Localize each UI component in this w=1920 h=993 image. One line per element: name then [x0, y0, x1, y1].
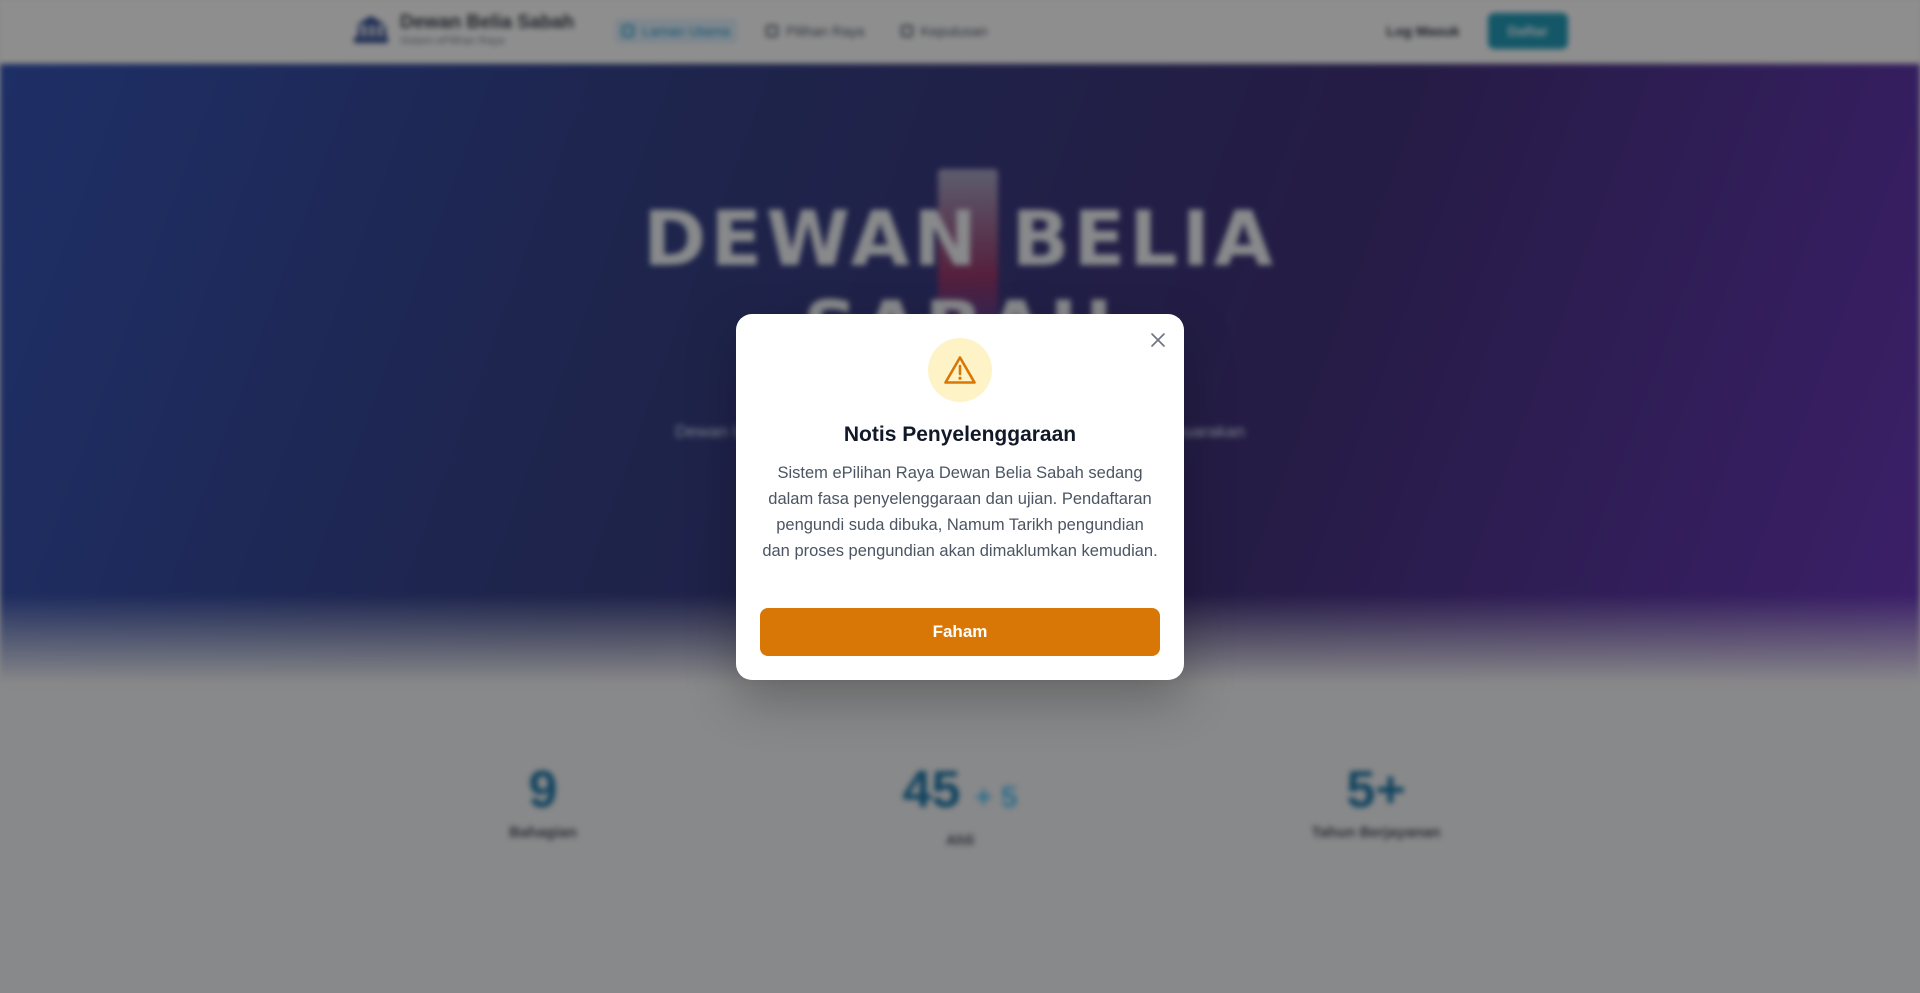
close-button[interactable]	[1146, 328, 1170, 352]
confirm-button[interactable]: Faham	[760, 608, 1160, 656]
warning-triangle-icon	[944, 356, 976, 384]
modal-message: Sistem ePilihan Raya Dewan Belia Sabah s…	[762, 464, 1158, 560]
warning-badge	[928, 338, 992, 402]
maintenance-notice-modal: Notis Penyelenggaraan Sistem ePilihan Ra…	[736, 314, 1184, 680]
modal-title: Notis Penyelenggaraan	[843, 423, 1077, 446]
close-icon	[1151, 333, 1165, 347]
